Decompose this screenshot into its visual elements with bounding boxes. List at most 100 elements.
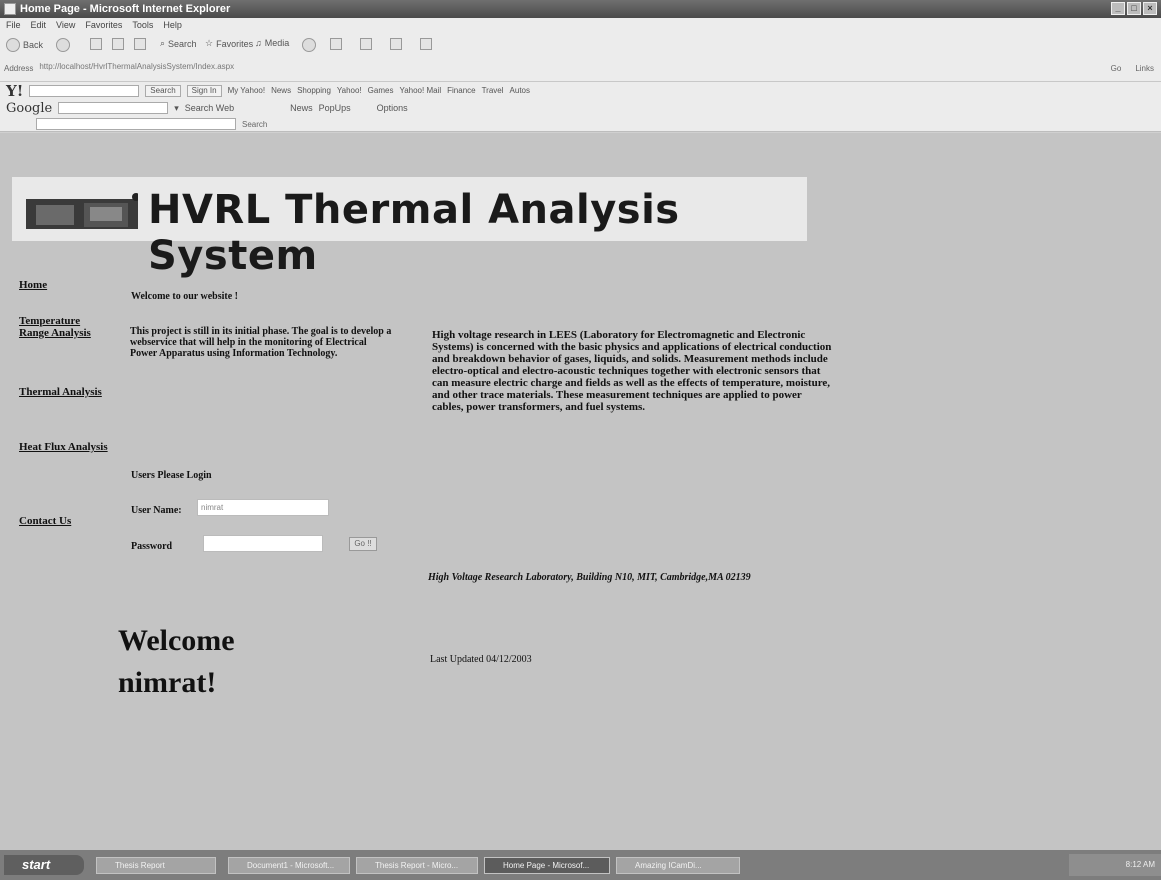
yahoo-toolbar: Y! Search Sign In My Yahoo! News Shoppin… xyxy=(0,82,1161,100)
nav-contact-us[interactable]: Contact Us xyxy=(19,515,71,527)
taskbar-item-thesis[interactable]: Thesis Report xyxy=(96,857,216,874)
nav-heat-flux-analysis[interactable]: Heat Flux Analysis xyxy=(19,441,108,453)
secondary-search-button[interactable]: Search xyxy=(242,120,267,129)
address-label: Address xyxy=(4,63,34,73)
home-button[interactable] xyxy=(134,38,146,50)
page-content: HVRL Thermal Analysis System Home Temper… xyxy=(0,133,1161,850)
edit-icon xyxy=(390,38,402,50)
menu-edit[interactable]: Edit xyxy=(31,20,47,30)
chevron-down-icon[interactable]: ▾ xyxy=(174,103,179,114)
google-options-button[interactable]: Options xyxy=(377,103,408,113)
stop-button[interactable] xyxy=(90,38,102,50)
system-tray: 8:12 AM xyxy=(1069,854,1161,876)
taskbar-item-document1[interactable]: Document1 - Microsoft... xyxy=(228,857,350,874)
google-news-button[interactable]: News xyxy=(290,103,313,113)
yahoo-link-shopping[interactable]: Shopping xyxy=(297,86,331,95)
login-title: Users Please Login xyxy=(131,470,212,481)
last-updated: Last Updated 04/12/2003 xyxy=(430,654,532,665)
nav-temperature-range-analysis[interactable]: Temperature Range Analysis xyxy=(19,315,109,339)
yahoo-sign-in-button[interactable]: Sign In xyxy=(186,84,222,97)
taskbar-item-thesis-report[interactable]: Thesis Report - Micro... xyxy=(356,857,478,874)
site-title: HVRL Thermal Analysis System xyxy=(148,187,680,279)
welcome-user-line2: nimrat! xyxy=(118,666,217,699)
print-icon xyxy=(360,38,372,50)
username-input[interactable]: nimrat xyxy=(197,499,329,516)
yahoo-link-news[interactable]: News xyxy=(271,86,291,95)
equipment-image xyxy=(26,193,138,229)
yahoo-search-button[interactable]: Search xyxy=(145,84,181,97)
google-search-web-button[interactable]: Search Web xyxy=(185,103,234,113)
messenger-icon xyxy=(420,38,432,50)
stop-icon xyxy=(90,38,102,50)
refresh-icon xyxy=(112,38,124,50)
menu-tools[interactable]: Tools xyxy=(132,20,153,30)
lab-address: High Voltage Research Laboratory, Buildi… xyxy=(428,572,751,583)
back-arrow-icon xyxy=(6,38,20,52)
nav-thermal-analysis[interactable]: Thermal Analysis xyxy=(19,386,102,398)
print-button[interactable] xyxy=(360,38,372,50)
title-bar: Home Page - Microsoft Internet Explorer … xyxy=(0,0,1161,18)
google-toolbar: Google ▾ Search Web News PopUps Options xyxy=(0,99,1161,117)
links-label[interactable]: Links xyxy=(1135,64,1154,73)
yahoo-link-games[interactable]: Games xyxy=(368,86,394,95)
address-bar: Address http://localhost/HvrlThermalAnal… xyxy=(4,61,1154,75)
back-button[interactable]: Back xyxy=(6,38,43,52)
taskbar: start Thesis Report Document1 - Microsof… xyxy=(0,850,1161,880)
history-icon xyxy=(302,38,316,52)
google-popups-button[interactable]: PopUps xyxy=(319,103,351,113)
address-go-button[interactable]: Go xyxy=(1111,64,1122,73)
taskbar-item-amazing[interactable]: Amazing ICamDi... xyxy=(616,857,740,874)
favorites-button[interactable]: ☆ Favorites xyxy=(205,38,253,49)
search-button[interactable]: ⌕ Search xyxy=(160,38,197,49)
yahoo-link-my-yahoo[interactable]: My Yahoo! xyxy=(228,86,266,95)
mail-icon xyxy=(330,38,342,50)
close-button[interactable]: × xyxy=(1143,2,1157,15)
forward-arrow-icon xyxy=(56,38,70,52)
search-toolbar: Search xyxy=(0,117,1161,132)
yahoo-logo[interactable]: Y! xyxy=(6,82,23,100)
menu-help[interactable]: Help xyxy=(163,20,182,30)
menu-favorites[interactable]: Favorites xyxy=(85,20,122,30)
minimize-button[interactable]: _ xyxy=(1111,2,1125,15)
yahoo-link-yahoo[interactable]: Yahoo! xyxy=(337,86,362,95)
intro-text: This project is still in its initial pha… xyxy=(130,326,392,359)
taskbar-item-home-page[interactable]: Home Page - Microsof... xyxy=(484,857,610,874)
google-search-input[interactable] xyxy=(58,102,169,114)
site-banner: HVRL Thermal Analysis System xyxy=(12,177,807,279)
maximize-button[interactable]: □ xyxy=(1127,2,1141,15)
forward-button[interactable] xyxy=(56,38,70,52)
mail-button[interactable] xyxy=(330,38,342,50)
yahoo-search-input[interactable] xyxy=(29,84,140,97)
google-logo[interactable]: Google xyxy=(6,101,52,116)
media-icon: ♫ xyxy=(255,38,262,48)
standard-toolbar: Back ⌕ Search ☆ Favorites ♫ Media Addres… xyxy=(0,32,1161,82)
welcome-text: Welcome to our website ! xyxy=(131,291,239,302)
history-button[interactable] xyxy=(302,38,316,52)
yahoo-link-travel[interactable]: Travel xyxy=(482,86,504,95)
menu-view[interactable]: View xyxy=(56,20,75,30)
address-input[interactable]: http://localhost/HvrlThermalAnalysisSyst… xyxy=(39,62,1104,74)
home-icon xyxy=(134,38,146,50)
username-label: User Name: xyxy=(131,505,182,516)
password-label: Password xyxy=(131,541,173,552)
clock[interactable]: 8:12 AM xyxy=(1126,860,1155,869)
search-icon: ⌕ xyxy=(160,38,166,48)
menu-file[interactable]: File xyxy=(6,20,21,30)
secondary-search-input[interactable] xyxy=(36,118,236,130)
refresh-button[interactable] xyxy=(112,38,124,50)
password-input[interactable] xyxy=(203,535,323,552)
yahoo-link-finance[interactable]: Finance xyxy=(447,86,475,95)
lab-description: High voltage research in LEES (Laborator… xyxy=(432,329,832,413)
start-button[interactable]: start xyxy=(4,855,84,875)
welcome-user-line1: Welcome xyxy=(118,624,235,657)
yahoo-link-mail[interactable]: Yahoo! Mail xyxy=(399,86,441,95)
ie-icon xyxy=(4,3,16,15)
messenger-button[interactable] xyxy=(420,38,432,50)
yahoo-link-autos[interactable]: Autos xyxy=(510,86,530,95)
edit-button[interactable] xyxy=(390,38,402,50)
login-go-button[interactable]: Go !! xyxy=(349,537,377,551)
media-button[interactable]: ♫ Media xyxy=(255,38,289,48)
star-icon: ☆ xyxy=(205,38,214,48)
nav-home[interactable]: Home xyxy=(19,279,47,291)
menu-bar: File Edit View Favorites Tools Help xyxy=(0,18,1161,32)
